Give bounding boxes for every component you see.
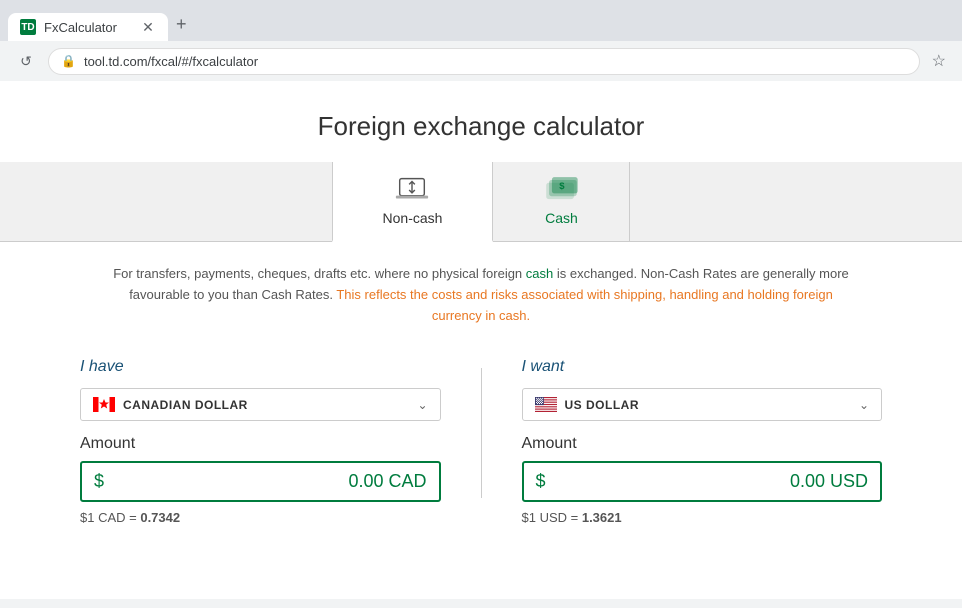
- have-rate-prefix: $1 CAD =: [80, 510, 140, 525]
- tab-close-button[interactable]: ✕: [140, 19, 156, 35]
- have-currency-name: CANADIAN DOLLAR: [123, 398, 409, 412]
- want-currency-chevron: ⌄: [859, 398, 869, 412]
- active-tab[interactable]: TD FxCalculator ✕: [8, 13, 168, 41]
- us-flag: [535, 397, 557, 412]
- want-rate-prefix: $1 USD =: [522, 510, 582, 525]
- want-amount-label: Amount: [522, 435, 883, 453]
- have-amount-label: Amount: [80, 435, 441, 453]
- browser-chrome: TD FxCalculator ✕ + ↺ 🔒 tool.td.com/fxca…: [0, 0, 962, 81]
- calc-tabs: Non-cash $ Cash: [0, 162, 962, 242]
- new-tab-button[interactable]: +: [168, 8, 195, 41]
- want-currency-name: US DOLLAR: [565, 398, 851, 412]
- have-rate-text: $1 CAD = 0.7342: [80, 510, 441, 525]
- want-dollar-sign: $: [536, 471, 546, 492]
- description-cash-word: cash: [526, 266, 553, 281]
- page-content: Foreign exchange calculator Non-cash: [0, 81, 962, 599]
- address-bar-row: ↺ 🔒 tool.td.com/fxcal/#/fxcalculator ☆: [0, 41, 962, 81]
- bookmark-button[interactable]: ☆: [928, 47, 950, 75]
- url-text: tool.td.com/fxcal/#/fxcalculator: [84, 54, 258, 69]
- want-currency-select[interactable]: US DOLLAR ⌄: [522, 388, 883, 421]
- address-bar[interactable]: 🔒 tool.td.com/fxcal/#/fxcalculator: [48, 48, 920, 75]
- want-amount-value: 0.00 USD: [554, 471, 868, 492]
- canada-flag: [93, 397, 115, 412]
- non-cash-icon: [394, 176, 430, 204]
- have-currency-chevron: ⌄: [417, 398, 427, 412]
- back-button[interactable]: ↺: [12, 47, 40, 75]
- have-amount-value: 0.00 CAD: [112, 471, 426, 492]
- tab-cash[interactable]: $ Cash: [493, 162, 630, 241]
- page-title: Foreign exchange calculator: [0, 81, 962, 162]
- have-amount-input[interactable]: $ 0.00 CAD: [80, 461, 441, 502]
- tab-bar: TD FxCalculator ✕ +: [0, 0, 962, 41]
- cash-icon: $: [543, 176, 579, 204]
- have-dollar-sign: $: [94, 471, 104, 492]
- tab-non-cash-label: Non-cash: [383, 210, 443, 226]
- left-panel: I have CANADIAN DOLLAR ⌄ Amount $ 0.00 C…: [40, 358, 481, 525]
- svg-text:$: $: [560, 181, 566, 192]
- want-rate-value: 1.3621: [582, 510, 622, 525]
- have-rate-value: 0.7342: [140, 510, 180, 525]
- have-label: I have: [80, 358, 441, 376]
- description-text1: For transfers, payments, cheques, drafts…: [113, 266, 526, 281]
- right-panel: I want: [482, 358, 923, 525]
- lock-icon: 🔒: [61, 54, 76, 68]
- want-amount-input[interactable]: $ 0.00 USD: [522, 461, 883, 502]
- td-favicon: TD: [20, 19, 36, 35]
- description-text3: This reflects the costs and risks associ…: [336, 287, 832, 323]
- want-label: I want: [522, 358, 883, 376]
- calc-form: I have CANADIAN DOLLAR ⌄ Amount $ 0.00 C…: [0, 348, 962, 535]
- tab-title: FxCalculator: [44, 20, 132, 35]
- description: For transfers, payments, cheques, drafts…: [0, 242, 962, 348]
- have-currency-select[interactable]: CANADIAN DOLLAR ⌄: [80, 388, 441, 421]
- want-rate-text: $1 USD = 1.3621: [522, 510, 883, 525]
- tab-cash-label: Cash: [545, 210, 578, 226]
- tab-non-cash[interactable]: Non-cash: [332, 162, 494, 242]
